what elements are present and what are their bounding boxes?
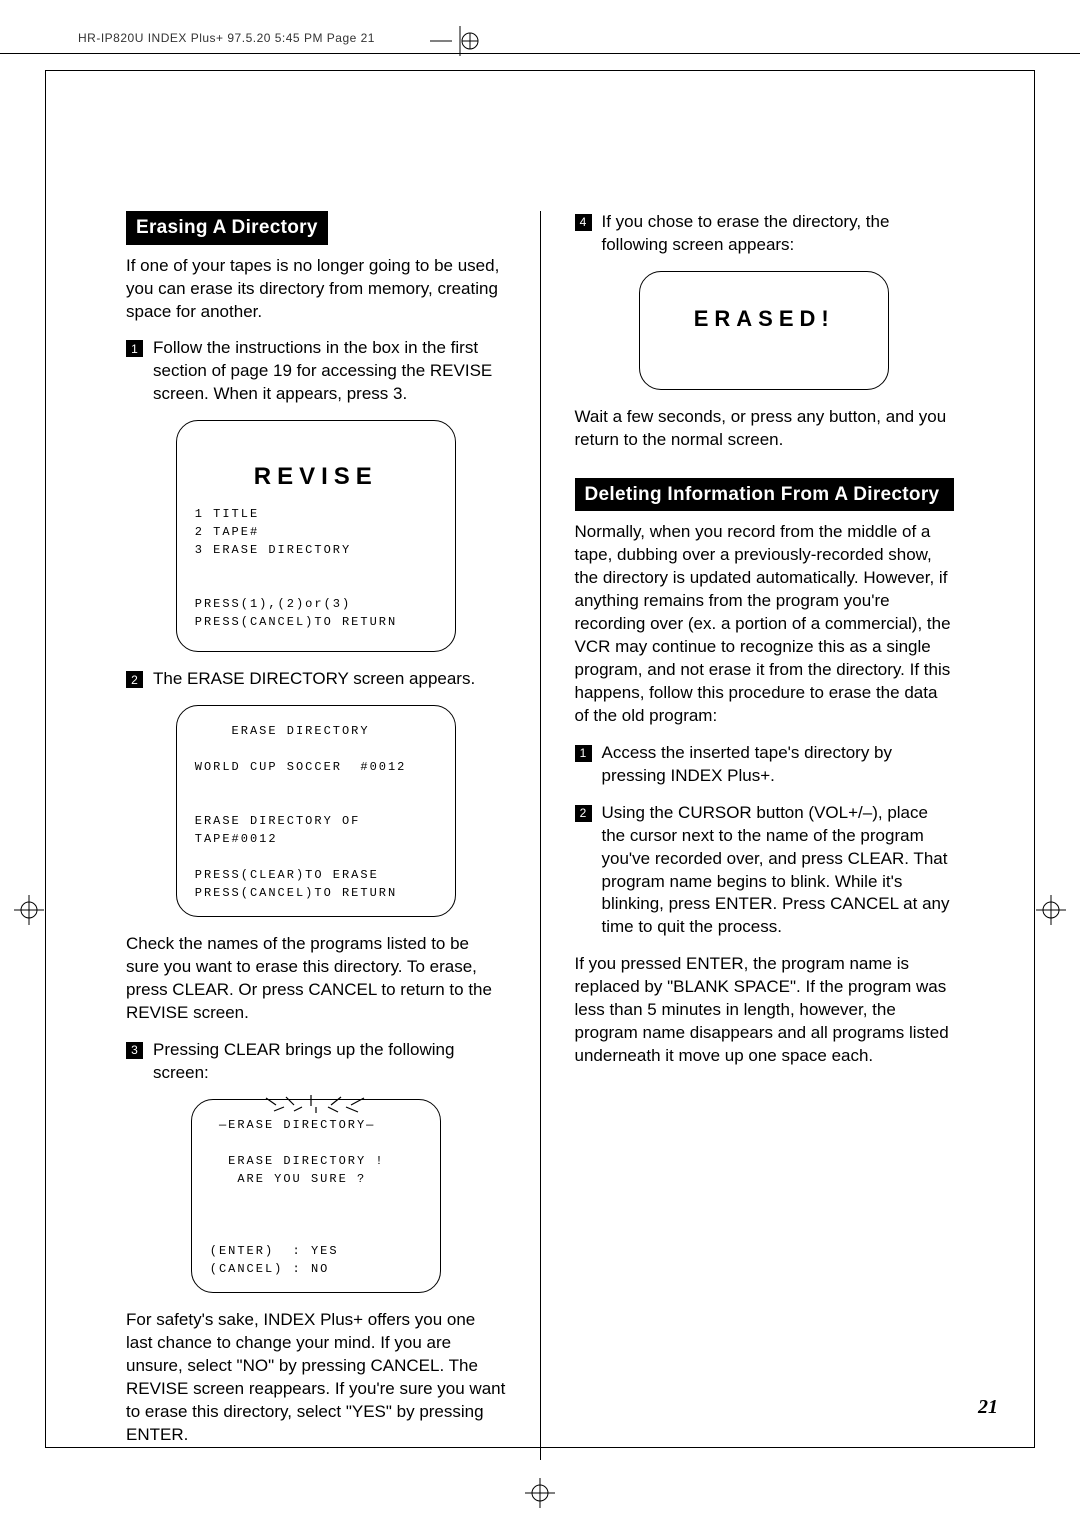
del-step-2: 2 Using the CURSOR button (VOL+/–), plac…	[575, 802, 955, 940]
page-header-meta: HR-IP820U INDEX Plus+ 97.5.20 5:45 PM Pa…	[78, 30, 375, 46]
section-title-deleting: Deleting Information From A Directory	[575, 478, 955, 512]
del-step-1-text: Access the inserted tape's directory by …	[602, 742, 955, 788]
step-number-icon: 1	[126, 340, 143, 357]
step-2-text: The ERASE DIRECTORY screen appears.	[153, 668, 506, 691]
safety-text: For safety's sake, INDEX Plus+ offers yo…	[126, 1309, 506, 1447]
page-number: 21	[978, 1394, 998, 1421]
crop-mark-left-icon	[14, 880, 44, 940]
step-number-icon: 1	[575, 745, 592, 762]
step-1-text: Follow the instructions in the box in th…	[153, 337, 506, 406]
crop-mark-right-icon	[1036, 880, 1066, 940]
del-step-1: 1 Access the inserted tape's directory b…	[575, 742, 955, 788]
left-column: Erasing A Directory If one of your tapes…	[126, 211, 506, 1460]
del-step-2-text: Using the CURSOR button (VOL+/–), place …	[602, 802, 955, 940]
crop-mark-bottom-icon	[510, 1478, 570, 1508]
step-number-icon: 4	[575, 214, 592, 231]
step-1: 1 Follow the instructions in the box in …	[126, 337, 506, 406]
erasing-intro: If one of your tapes is no longer going …	[126, 255, 506, 324]
step-4-text: If you chose to erase the directory, the…	[602, 211, 955, 257]
page-frame: Erasing A Directory If one of your tapes…	[45, 70, 1035, 1448]
revise-screen-body: 1 TITLE 2 TAPE# 3 ERASE DIRECTORY PRESS(…	[195, 507, 397, 629]
top-horizontal-rule	[0, 53, 1080, 54]
check-names-text: Check the names of the programs listed t…	[126, 933, 506, 1025]
right-column: 4 If you chose to erase the directory, t…	[575, 211, 955, 1460]
step-number-icon: 3	[126, 1042, 143, 1059]
deleting-intro: Normally, when you record from the middl…	[575, 521, 955, 727]
erased-screen: ERASED!	[639, 271, 889, 390]
step-3: 3 Pressing CLEAR brings up the following…	[126, 1039, 506, 1085]
step-4: 4 If you chose to erase the directory, t…	[575, 211, 955, 257]
confirm-screen: —ERASE DIRECTORY— ERASE DIRECTORY ! ARE …	[191, 1099, 441, 1293]
step-number-icon: 2	[575, 805, 592, 822]
section-title-erasing: Erasing A Directory	[126, 211, 328, 245]
erase-directory-screen-body: ERASE DIRECTORY WORLD CUP SOCCER #0012 E…	[195, 724, 407, 900]
step-3-text: Pressing CLEAR brings up the following s…	[153, 1039, 506, 1085]
wait-text: Wait a few seconds, or press any button,…	[575, 406, 955, 452]
column-divider	[540, 211, 541, 1460]
revise-screen-title: REVISE	[195, 459, 437, 495]
confirm-screen-body: —ERASE DIRECTORY— ERASE DIRECTORY ! ARE …	[210, 1118, 385, 1276]
blank-space-text: If you pressed ENTER, the program name i…	[575, 953, 955, 1068]
revise-screen: REVISE 1 TITLE 2 TAPE# 3 ERASE DIRECTORY …	[176, 420, 456, 652]
step-number-icon: 2	[126, 671, 143, 688]
step-2: 2 The ERASE DIRECTORY screen appears.	[126, 668, 506, 691]
erase-directory-screen: ERASE DIRECTORY WORLD CUP SOCCER #0012 E…	[176, 705, 456, 917]
crop-mark-top-icon	[430, 26, 490, 56]
erased-screen-title: ERASED!	[658, 288, 870, 375]
